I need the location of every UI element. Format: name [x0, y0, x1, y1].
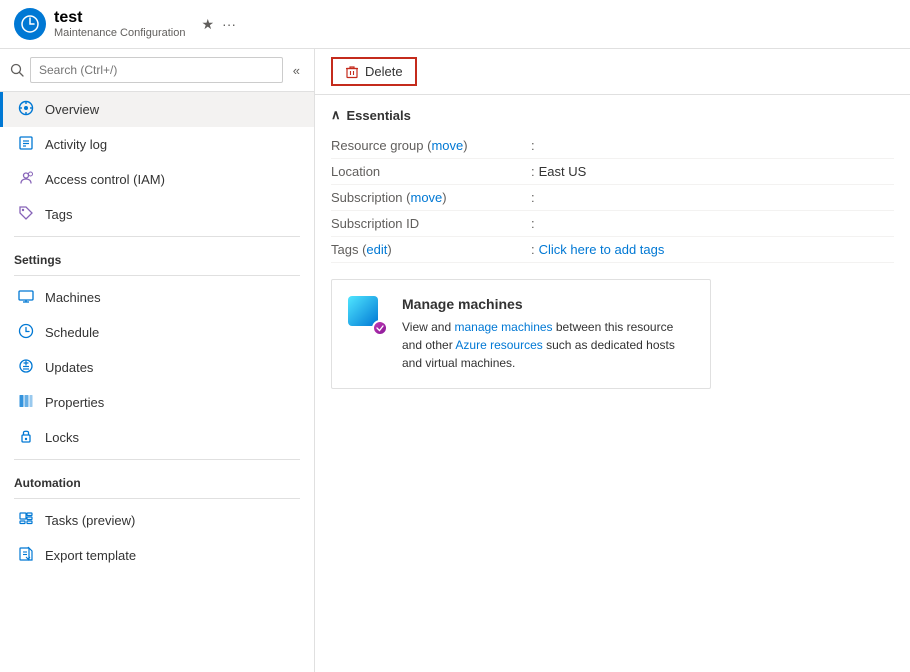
cube-badge-icon — [372, 320, 388, 336]
colon: : — [531, 190, 535, 205]
settings-section-title: Settings — [0, 241, 314, 271]
manage-machines-card-content: Manage machines View and manage machines… — [402, 296, 694, 372]
delete-label: Delete — [365, 64, 403, 79]
sidebar-item-schedule[interactable]: Schedule — [0, 315, 314, 350]
sidebar-item-label: Tasks (preview) — [45, 513, 135, 528]
overview-icon — [17, 100, 35, 119]
resource-type: Maintenance Configuration — [54, 27, 185, 39]
colon: : — [531, 216, 535, 231]
colon: : — [531, 164, 535, 179]
sidebar-item-machines[interactable]: Machines — [0, 280, 314, 315]
essentials-section: ∧ Essentials Resource group (move) : Loc… — [315, 95, 910, 263]
add-tags-link[interactable]: Click here to add tags — [539, 242, 665, 257]
favorite-icon[interactable]: ★ — [201, 16, 214, 33]
sidebar-item-label: Schedule — [45, 325, 99, 340]
essentials-row-resource-group: Resource group (move) : — [331, 133, 894, 159]
colon: : — [531, 242, 535, 257]
subscription-move-link[interactable]: move — [410, 190, 442, 205]
sidebar-item-label: Activity log — [45, 137, 107, 152]
sidebar-item-label: Tags — [45, 207, 72, 222]
tags-label: Tags (edit) — [331, 242, 531, 257]
machines-icon — [17, 288, 35, 307]
search-bar: « — [0, 49, 314, 92]
sidebar-item-label: Overview — [45, 102, 99, 117]
header-actions: ★ ··· — [201, 16, 236, 33]
updates-icon — [17, 358, 35, 377]
sidebar-item-export-template[interactable]: Export template — [0, 538, 314, 573]
sidebar-item-properties[interactable]: Properties — [0, 385, 314, 420]
locks-icon — [17, 428, 35, 447]
sidebar-item-overview[interactable]: Overview — [0, 92, 314, 127]
divider-settings — [14, 236, 300, 237]
manage-machines-card-title: Manage machines — [402, 296, 694, 312]
properties-icon — [17, 393, 35, 412]
tags-edit-link[interactable]: edit — [366, 242, 387, 257]
sidebar-item-locks[interactable]: Locks — [0, 420, 314, 455]
resource-name: test — [54, 9, 185, 27]
content-area: Delete ∧ Essentials Resource group (move… — [315, 49, 910, 672]
sidebar-item-label: Export template — [45, 548, 136, 563]
tags-icon — [17, 205, 35, 224]
essentials-row-location: Location : East US — [331, 159, 894, 185]
cards-area: Manage machines View and manage machines… — [315, 263, 910, 405]
delete-button[interactable]: Delete — [331, 57, 417, 86]
essentials-grid: Resource group (move) : Location : East … — [331, 133, 894, 263]
sidebar-item-label: Updates — [45, 360, 93, 375]
delete-icon — [345, 65, 359, 79]
divider-automation — [14, 459, 300, 460]
sidebar-item-label: Locks — [45, 430, 79, 445]
top-header: test Maintenance Configuration ★ ··· — [0, 0, 910, 49]
location-value: East US — [539, 164, 587, 179]
sidebar-item-activity-log[interactable]: Activity log — [0, 127, 314, 162]
essentials-row-subscription: Subscription (move) : — [331, 185, 894, 211]
essentials-title: Essentials — [347, 108, 411, 123]
essentials-header: ∧ Essentials — [331, 107, 894, 123]
chevron-up-icon: ∧ — [331, 107, 341, 123]
manage-machines-card[interactable]: Manage machines View and manage machines… — [331, 279, 711, 389]
essentials-row-subscription-id: Subscription ID : — [331, 211, 894, 237]
sidebar-item-tags[interactable]: Tags — [0, 197, 314, 232]
search-input[interactable] — [30, 57, 283, 83]
azure-link: Azure resources — [455, 338, 542, 352]
tasks-icon — [17, 511, 35, 530]
schedule-icon — [17, 323, 35, 342]
tags-value: Click here to add tags — [539, 242, 665, 257]
main-layout: « Overview — [0, 49, 910, 672]
essentials-row-tags: Tags (edit) : Click here to add tags — [331, 237, 894, 263]
collapse-sidebar-button[interactable]: « — [289, 61, 304, 80]
manage-machines-card-icon — [348, 296, 388, 336]
divider-settings-bottom — [14, 275, 300, 276]
resource-group-label: Resource group (move) — [331, 138, 531, 153]
sidebar-item-updates[interactable]: Updates — [0, 350, 314, 385]
subscription-id-label: Subscription ID — [331, 216, 531, 231]
activity-log-icon — [17, 135, 35, 154]
sidebar: « Overview — [0, 49, 315, 672]
sidebar-item-label: Machines — [45, 290, 101, 305]
subscription-label: Subscription (move) — [331, 190, 531, 205]
colon: : — [531, 138, 535, 153]
export-template-icon — [17, 546, 35, 565]
resource-icon — [14, 8, 46, 40]
manage-link: manage machines — [454, 320, 552, 334]
search-icon — [10, 63, 24, 77]
sidebar-item-label: Properties — [45, 395, 104, 410]
manage-machines-card-description: View and manage machines between this re… — [402, 318, 694, 372]
more-options-icon[interactable]: ··· — [222, 16, 236, 32]
location-label: Location — [331, 164, 531, 179]
divider-automation-bottom — [14, 498, 300, 499]
sidebar-item-tasks[interactable]: Tasks (preview) — [0, 503, 314, 538]
sidebar-item-label: Access control (IAM) — [45, 172, 165, 187]
automation-section-title: Automation — [0, 464, 314, 494]
sidebar-item-access-control[interactable]: Access control (IAM) — [0, 162, 314, 197]
header-titles: test Maintenance Configuration — [54, 9, 185, 39]
resource-group-move-link[interactable]: move — [431, 138, 463, 153]
toolbar: Delete — [315, 49, 910, 95]
access-control-icon — [17, 170, 35, 189]
